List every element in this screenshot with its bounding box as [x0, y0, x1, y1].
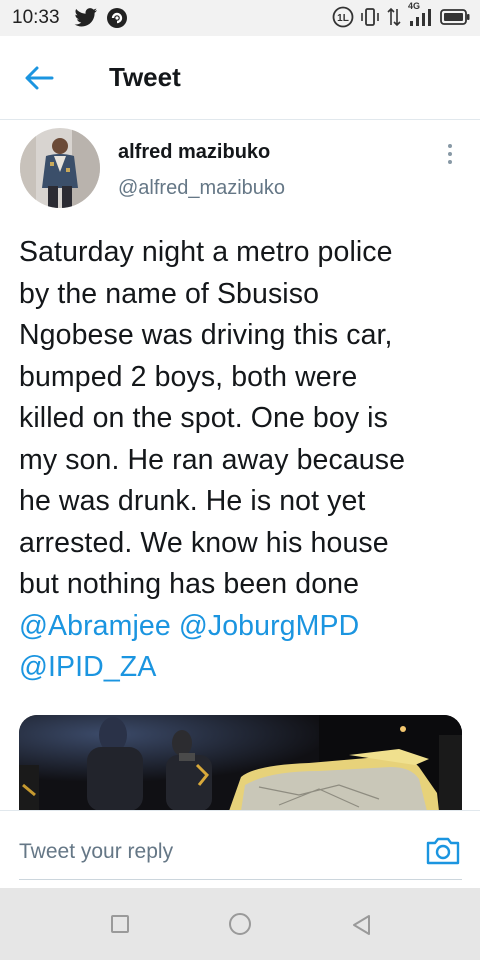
status-time: 10:33 — [12, 7, 60, 28]
tweet-text: Saturday night a metro police by the nam… — [19, 232, 469, 689]
app-notification-icon — [106, 7, 128, 34]
mention-link-ipid-za[interactable]: @IPID_ZA — [19, 651, 156, 683]
avatar[interactable] — [20, 128, 100, 208]
tweet-line: arrested. We know his house — [19, 526, 389, 559]
tweet-line: he was drunk. He is not yet — [19, 485, 366, 517]
camera-icon — [426, 837, 460, 865]
arrow-left-icon — [25, 66, 54, 90]
data-transfer-icon — [386, 7, 402, 32]
author-handle[interactable]: @alfred_mazibuko — [118, 177, 285, 200]
twitter-bird-icon — [74, 8, 98, 33]
vibrate-icon — [360, 7, 380, 32]
back-button[interactable] — [22, 62, 62, 94]
author-name[interactable]: alfred mazibuko — [118, 141, 270, 164]
tweet-line: my son. He ran away because — [19, 443, 406, 476]
battery-icon — [440, 8, 470, 31]
data-icon: 1L — [332, 6, 354, 33]
reply-input-underline — [19, 879, 462, 880]
tweet-line: but nothing has been done — [19, 568, 360, 600]
tweet-photo[interactable] — [19, 715, 462, 811]
tweet-line: killed on the spot. One boy is — [19, 402, 388, 434]
recent-apps-icon[interactable] — [111, 915, 129, 933]
status-bar: 10:33 1L 4G — [0, 0, 480, 36]
tweet-line: Ngobese was driving this car, — [19, 319, 393, 351]
signal-icon: 4G — [408, 1, 434, 33]
mention-link-joburgmpd[interactable]: @JoburgMPD — [179, 610, 359, 642]
network-type: 4G — [408, 1, 421, 11]
page-title: Tweet — [109, 62, 181, 92]
top-app-bar: Tweet — [0, 36, 480, 120]
camera-button[interactable] — [425, 835, 461, 867]
more-options-button[interactable] — [440, 142, 460, 166]
home-icon[interactable] — [229, 913, 251, 935]
tweet-line: by the name of Sbusiso — [19, 277, 320, 310]
reply-input[interactable]: Tweet your reply — [19, 840, 173, 864]
back-icon[interactable] — [350, 913, 372, 942]
more-vertical-icon — [448, 144, 452, 164]
tweet-mentions-line: @IPID_ZA — [19, 647, 469, 689]
tweet-line: bumped 2 boys, both were — [19, 360, 358, 393]
tweet-line: Saturday night a metro police — [19, 236, 393, 268]
svg-text:1L: 1L — [337, 13, 349, 24]
tweet-mentions-line: @Abramjee @JoburgMPD — [19, 606, 469, 648]
mention-link-abramjee[interactable]: @Abramjee — [19, 610, 171, 642]
reply-composer: Tweet your reply — [0, 810, 480, 890]
system-nav-bar — [0, 888, 480, 960]
